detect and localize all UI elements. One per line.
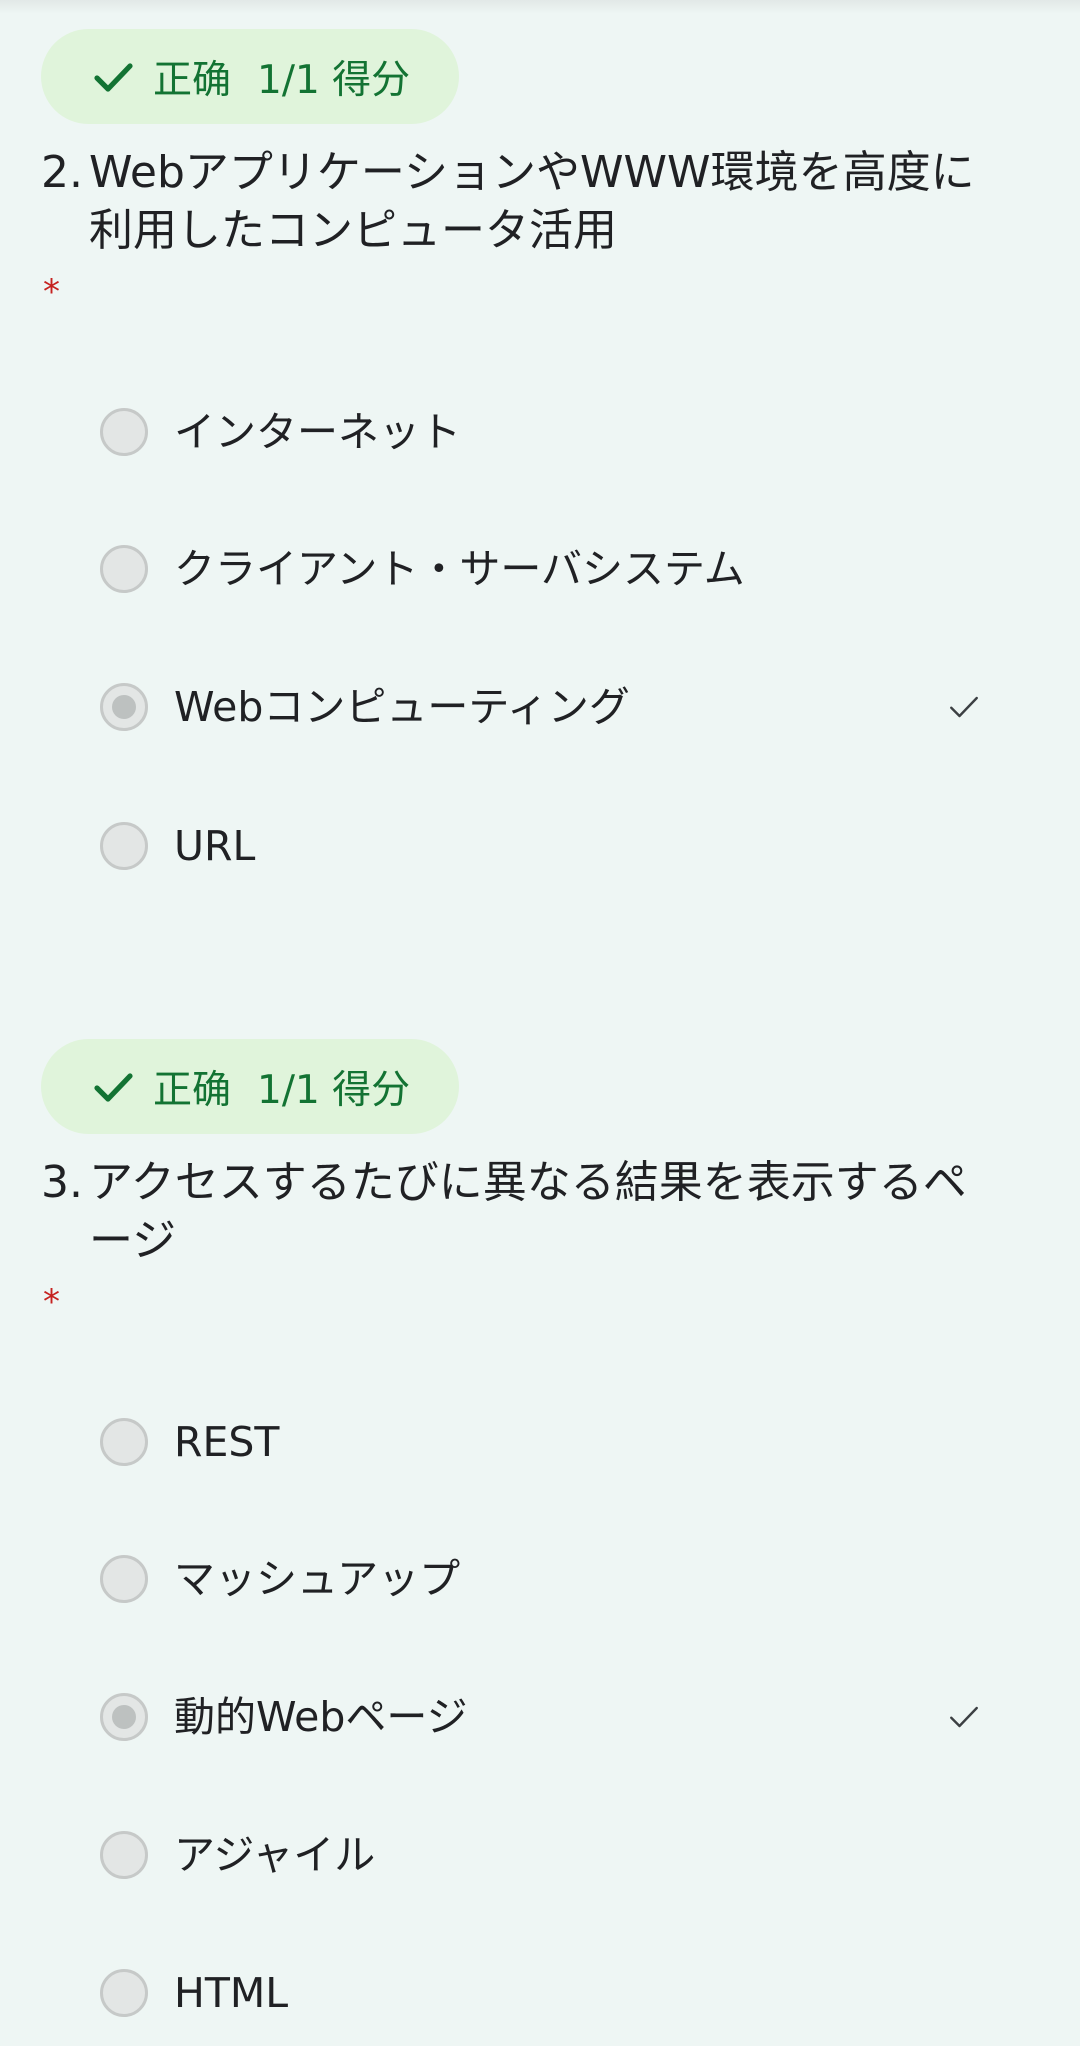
checkmark-icon xyxy=(950,1706,978,1728)
option-row-selected[interactable]: Webコンピューティング xyxy=(0,667,1080,747)
radio-button[interactable] xyxy=(100,408,148,456)
radio-button[interactable] xyxy=(100,1418,148,1466)
question-number: 2. xyxy=(41,147,83,198)
radio-button[interactable] xyxy=(100,1969,148,2017)
score-value: 1/1 得分 xyxy=(257,1067,411,1113)
question-number: 3. xyxy=(41,1157,83,1208)
option-label: マッシュアップ xyxy=(174,1555,461,1603)
option-label: URL xyxy=(174,822,256,870)
radio-button[interactable] xyxy=(100,545,148,593)
option-label: インターネット xyxy=(174,408,461,456)
option-label: REST xyxy=(174,1418,280,1466)
option-label: クライアント・サーバシステム xyxy=(174,545,745,593)
option-row[interactable]: マッシュアップ xyxy=(0,1539,1080,1619)
checkmark-icon xyxy=(950,696,978,718)
question-title: 2. WebアプリケーションやWWW環境を高度に利用したコンピュータ活用 xyxy=(41,144,1001,260)
radio-dot xyxy=(112,1705,136,1729)
option-row[interactable]: アジャイル xyxy=(0,1815,1080,1895)
option-label: アジャイル xyxy=(174,1831,376,1879)
radio-button[interactable] xyxy=(100,1831,148,1879)
option-row[interactable]: クライアント・サーバシステム xyxy=(0,529,1080,609)
score-badge: 正确 1/1 得分 xyxy=(41,1039,459,1134)
option-row-selected[interactable]: 動的Webページ xyxy=(0,1677,1080,1757)
required-asterisk: * xyxy=(43,1282,60,1322)
option-label: 動的Webページ xyxy=(174,1693,468,1741)
option-label: Webコンピューティング xyxy=(174,683,630,731)
option-row[interactable]: URL xyxy=(0,806,1080,886)
score-badge: 正确 1/1 得分 xyxy=(41,29,459,124)
score-status: 正确 xyxy=(153,57,232,103)
check-icon xyxy=(94,1072,133,1102)
top-shadow xyxy=(0,0,1080,14)
option-label: HTML xyxy=(174,1969,289,2017)
question-title: 3. アクセスするたびに異なる結果を表示するページ xyxy=(41,1154,1001,1270)
required-asterisk: * xyxy=(43,272,60,312)
score-value: 1/1 得分 xyxy=(257,57,411,103)
check-icon xyxy=(94,62,133,92)
radio-button-selected[interactable] xyxy=(100,683,148,731)
score-status: 正确 xyxy=(153,1067,232,1113)
radio-button[interactable] xyxy=(100,822,148,870)
radio-dot xyxy=(112,695,136,719)
question-text: WebアプリケーションやWWW環境を高度に利用したコンピュータ活用 xyxy=(89,147,975,256)
option-row[interactable]: インターネット xyxy=(0,392,1080,472)
option-row[interactable]: HTML xyxy=(0,1953,1080,2033)
radio-button-selected[interactable] xyxy=(100,1693,148,1741)
radio-button[interactable] xyxy=(100,1555,148,1603)
question-text: アクセスするたびに異なる結果を表示するページ xyxy=(89,1157,967,1266)
option-row[interactable]: REST xyxy=(0,1402,1080,1482)
